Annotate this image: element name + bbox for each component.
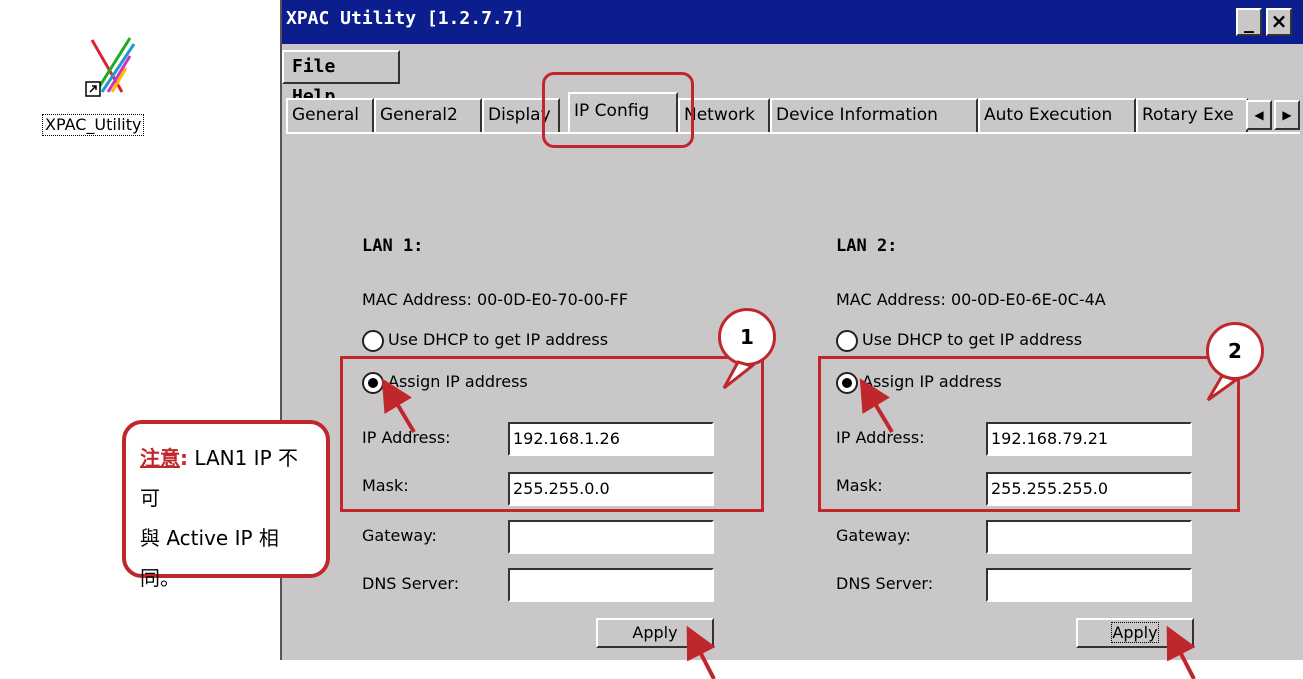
- menu-file-help: File Help: [282, 50, 400, 107]
- tab-device-information[interactable]: Device Information: [770, 98, 978, 132]
- tab-scroll-buttons: ◀ ▶: [1246, 100, 1302, 130]
- menu-file[interactable]: File: [292, 56, 335, 77]
- lan1-apply-button[interactable]: Apply: [596, 618, 714, 648]
- lan1-assign-highlight: [340, 356, 764, 512]
- note-colon: :: [180, 446, 188, 470]
- lan1-dns-field[interactable]: [508, 568, 714, 602]
- lan2-mac-row: MAC Address: 00-0D-E0-6E-0C-4A: [836, 290, 1106, 309]
- lan1-dhcp-label: Use DHCP to get IP address: [388, 330, 609, 349]
- tab-scroll-right-icon[interactable]: ▶: [1274, 100, 1300, 130]
- step-1-badge: 1: [718, 308, 776, 366]
- shortcut-label: XPAC_Utility: [42, 114, 145, 136]
- tab-auto-execution[interactable]: Auto Execution: [978, 98, 1136, 132]
- lan1-mac-label: MAC Address:: [362, 290, 472, 309]
- lan1-mac-value: 00-0D-E0-70-00-FF: [476, 290, 629, 309]
- minimize-button[interactable]: _: [1236, 8, 1262, 36]
- lan2-dns-label: DNS Server:: [836, 574, 934, 593]
- lan2-title: LAN 2:: [836, 236, 898, 256]
- lan2-gateway-label: Gateway:: [836, 526, 911, 545]
- note-line2: 與 Active IP 相同。: [140, 526, 279, 590]
- xpac-utility-window: XPAC Utility [1.2.7.7] _ × File Help Gen…: [280, 0, 1303, 660]
- xpac-utility-icon: [85, 37, 136, 97]
- close-button[interactable]: ×: [1266, 8, 1292, 36]
- lan2-apply-label: Apply: [1111, 622, 1159, 643]
- lan1-mac-row: MAC Address: 00-0D-E0-70-00-FF: [362, 290, 628, 309]
- tab-scroll-left-icon[interactable]: ◀: [1246, 100, 1272, 130]
- tab-strip: General General2 Display IP Config Netwo…: [286, 92, 1303, 132]
- lan1-gateway-field[interactable]: [508, 520, 714, 554]
- lan2-apply-button[interactable]: Apply: [1076, 618, 1194, 648]
- tab-rotary-execution[interactable]: Rotary Exe: [1136, 98, 1248, 132]
- lan1-title: LAN 1:: [362, 236, 424, 256]
- lan2-dhcp-label: Use DHCP to get IP address: [862, 330, 1083, 349]
- lan2-dhcp-radio[interactable]: [836, 330, 858, 352]
- lan2-mac-label: MAC Address:: [836, 290, 946, 309]
- ip-config-tab-highlight: [542, 72, 694, 148]
- xpac-utility-shortcut[interactable]: XPAC_Utility: [40, 34, 200, 136]
- lan1-dhcp-radio[interactable]: [362, 330, 384, 352]
- lan1-dns-label: DNS Server:: [362, 574, 460, 593]
- lan2-mac-value: 00-0D-E0-6E-0C-4A: [950, 290, 1106, 309]
- note-warning-word: 注意: [140, 446, 180, 470]
- lan2-gateway-field[interactable]: [986, 520, 1192, 554]
- tab-general2[interactable]: General2: [374, 98, 482, 132]
- lan2-assign-highlight: [818, 356, 1240, 512]
- step-2-badge: 2: [1206, 322, 1264, 380]
- window-title: XPAC Utility [1.2.7.7]: [286, 8, 525, 29]
- lan2-dns-field[interactable]: [986, 568, 1192, 602]
- title-bar: XPAC Utility [1.2.7.7] _ ×: [282, 0, 1303, 44]
- lan1-apply-label: Apply: [632, 623, 678, 642]
- tab-general[interactable]: General: [286, 98, 374, 132]
- lan1-gateway-label: Gateway:: [362, 526, 437, 545]
- warning-note: 注意: LAN1 IP 不可 與 Active IP 相同。: [122, 420, 330, 590]
